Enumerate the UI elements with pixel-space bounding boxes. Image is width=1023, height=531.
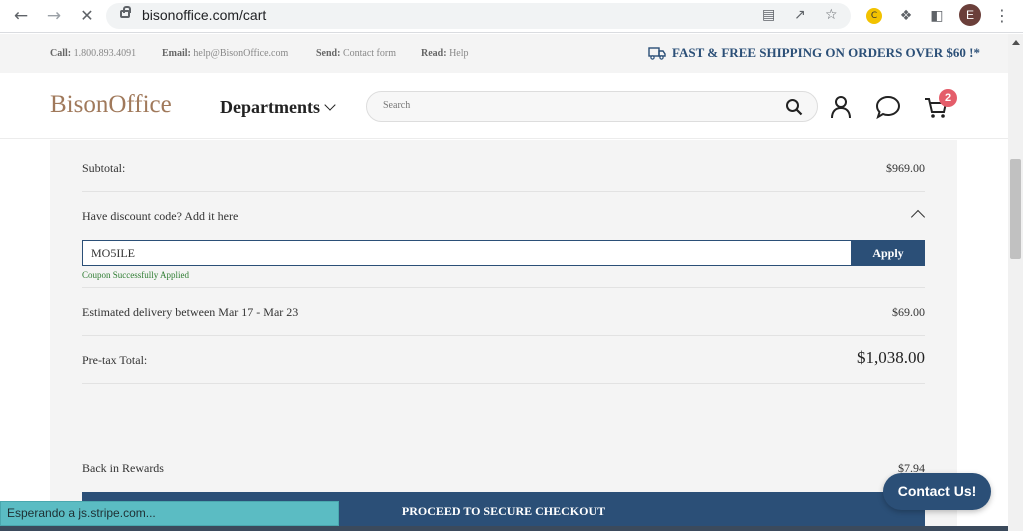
translate-icon[interactable]: ▤	[762, 7, 775, 23]
menu-icon[interactable]: ⋮	[992, 6, 1012, 26]
contact-us-button[interactable]: Contact Us!	[883, 473, 991, 510]
call-info[interactable]: Call: 1.800.893.4091	[50, 48, 136, 59]
logo[interactable]: BisonOffice	[50, 91, 172, 119]
coupon-success-message: Coupon Successfully Applied	[82, 270, 189, 280]
url-text[interactable]: bisonoffice.com/cart	[142, 7, 266, 23]
extension-icon[interactable]: C	[866, 8, 882, 24]
cart-count-badge: 2	[939, 89, 957, 107]
delivery-estimate-label: Estimated delivery between Mar 17 - Mar …	[82, 305, 299, 319]
stop-loading-icon[interactable]: ✕	[75, 5, 99, 27]
taskbar-strip	[0, 526, 1008, 531]
send-info[interactable]: Send: Contact form	[316, 48, 396, 59]
divider	[82, 191, 925, 192]
subtotal-label: Subtotal:	[82, 161, 126, 175]
search-placeholder: Search	[383, 100, 411, 111]
chevron-down-icon	[324, 99, 336, 111]
address-bar[interactable]: bisonoffice.com/cart ▤ ↗ ☆	[106, 3, 851, 29]
scrollbar-thumb[interactable]	[1010, 159, 1021, 259]
departments-label: Departments	[220, 97, 320, 117]
rewards-label: Back in Rewards	[82, 461, 164, 475]
puzzle-icon[interactable]: ❖	[896, 6, 916, 26]
divider	[82, 335, 925, 336]
back-icon[interactable]: ←	[9, 5, 33, 27]
departments-menu[interactable]: Departments	[220, 97, 336, 118]
scrollbar[interactable]	[1008, 34, 1023, 531]
shipping-banner: FAST & FREE SHIPPING ON ORDERS OVER $60 …	[672, 45, 980, 60]
subtotal-value: $969.00	[886, 161, 925, 175]
apply-coupon-button[interactable]: Apply	[851, 240, 925, 266]
star-icon[interactable]: ☆	[825, 7, 838, 23]
read-info[interactable]: Read: Help	[421, 48, 469, 59]
divider	[82, 383, 925, 384]
scroll-up-arrow[interactable]	[1012, 40, 1020, 45]
search-input[interactable]: Search	[366, 91, 818, 122]
pretax-total-value: $1,038.00	[857, 348, 925, 367]
avatar[interactable]: E	[959, 4, 981, 26]
status-bubble: Esperando a js.stripe.com...	[0, 501, 339, 526]
discount-toggle[interactable]: Have discount code? Add it here	[82, 209, 238, 224]
sidebar-icon[interactable]: ◧	[927, 6, 947, 26]
email-info[interactable]: Email: help@BisonOffice.com	[162, 48, 288, 59]
user-icon[interactable]	[827, 93, 855, 121]
coupon-code-input[interactable]: MO5ILE	[82, 240, 852, 266]
site-header: BisonOffice Departments Search 2	[0, 73, 1008, 139]
pretax-total-label: Pre-tax Total:	[82, 353, 148, 367]
forward-icon[interactable]: →	[42, 5, 66, 27]
share-icon[interactable]: ↗	[794, 7, 806, 23]
delivery-value: $69.00	[892, 305, 925, 319]
truck-icon	[648, 47, 666, 60]
divider	[82, 287, 925, 288]
info-bar: Call: 1.800.893.4091 Email: help@BisonOf…	[0, 34, 1008, 73]
chat-icon[interactable]	[874, 93, 902, 121]
browser-toolbar: ← → ✕ bisonoffice.com/cart ▤ ↗ ☆ C ❖ ◧ E…	[0, 0, 1023, 33]
search-icon[interactable]	[785, 98, 803, 116]
lock-icon[interactable]	[120, 6, 131, 18]
